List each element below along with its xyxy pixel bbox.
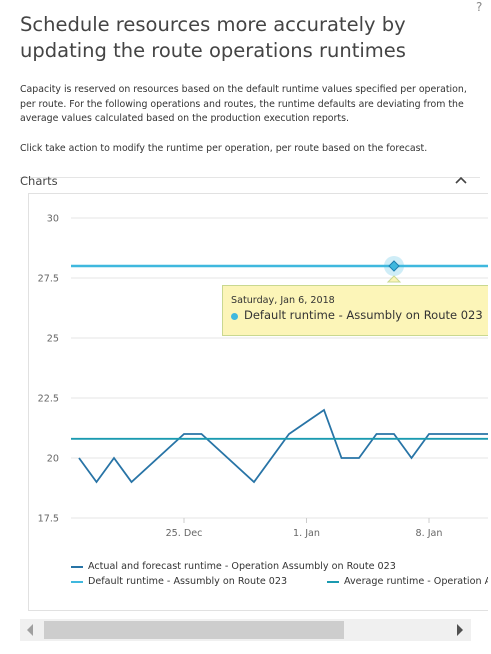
help-icon[interactable]: ? [476,0,482,14]
legend-label-actual: Actual and forecast runtime - Operation … [88,561,396,572]
legend-label-average: Average runtime - Operation Assumbly on … [344,576,488,587]
legend-marker-default [71,580,83,583]
tooltip-pointer [386,275,402,283]
x-tick-label: 8. Jan [416,528,443,539]
scroll-left-arrow-icon[interactable] [27,624,33,636]
actual-series-line [78,408,488,484]
tooltip-date: Saturday, Jan 6, 2018 [231,295,335,306]
legend-marker-average [327,580,339,583]
y-tick-label: 25 [47,334,59,345]
scroll-right-arrow-icon[interactable] [457,624,463,636]
legend-item-default[interactable]: Default runtime - Assumbly on Route 023 [71,576,287,587]
y-tick-label: 17.5 [38,514,59,525]
legend-item-actual[interactable]: Actual and forecast runtime - Operation … [71,561,396,572]
chart-panel: 30 27.5 25 22.5 20 17.5 25. Dec 1. Jan 8. Jan Sa… [28,193,488,611]
instruction-text: Click take action to modify the runtime … [20,143,428,154]
description-text: Capacity is reserved on resources based … [20,84,467,124]
legend-item-average[interactable]: Average runtime - Operation Assumbly on … [327,576,488,587]
x-tick-label: 1. Jan [293,528,320,539]
y-tick-label: 22.5 [38,394,59,405]
runtime-chart: 30 27.5 25 22.5 20 17.5 25. Dec 1. Jan 8. Jan [38,214,488,539]
page-title: Schedule resources more accurately by up… [20,13,406,62]
chart-legend: Actual and forecast runtime - Operation … [71,558,488,598]
chevron-up-icon[interactable] [454,174,468,188]
y-tick-label: 20 [47,454,59,465]
charts-section-header[interactable]: Charts [20,170,480,192]
scrollbar-thumb[interactable] [44,621,344,639]
y-tick-label: 30 [47,214,59,225]
tooltip-series-label: Default runtime - Assumbly on Route 023 [244,308,483,322]
y-tick-label: 27.5 [38,274,59,285]
legend-marker-actual [71,565,83,568]
chart-tooltip: Saturday, Jan 6, 2018 Default runtime - … [222,285,488,336]
charts-section-label: Charts [20,174,58,188]
x-tick-label: 25. Dec [166,528,203,539]
tooltip-series-marker [231,313,238,320]
legend-label-default: Default runtime - Assumbly on Route 023 [88,576,288,587]
horizontal-scrollbar[interactable] [20,619,471,641]
